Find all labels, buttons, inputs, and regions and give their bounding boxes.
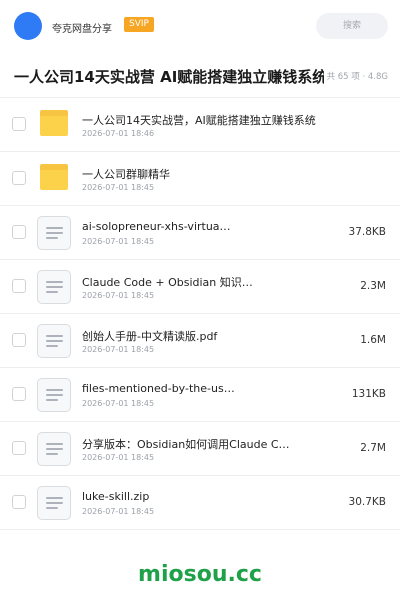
file-date: 2026-07-01 18:45 [82, 399, 155, 408]
file-date: 2026-07-01 18:45 [82, 345, 155, 354]
file-date: 2026-07-01 18:46 [82, 129, 155, 138]
file-name: ai-solopreneur-xhs-virtua… [82, 220, 231, 233]
file-name: 创始人手册-中文精读版.pdf [82, 330, 218, 343]
folder-icon [40, 110, 68, 136]
document-icon [37, 324, 71, 358]
checkbox[interactable] [12, 441, 26, 455]
document-icon [37, 486, 71, 520]
svip-badge: SVIP [124, 17, 154, 32]
share-meta: 共 65 项 · 4.8G [326, 72, 388, 82]
checkbox[interactable] [12, 333, 26, 347]
watermark: miosou.cc [138, 562, 262, 587]
list-item[interactable]: ai-solopreneur-xhs-virtua… 2026-07-01 18… [0, 206, 400, 260]
search-input[interactable]: 搜索 [316, 13, 388, 39]
page-title: 一人公司14天实战营 AI赋能搭建独立赚钱系统 [14, 68, 324, 86]
list-item[interactable]: Claude Code + Obsidian 知识… 2026-07-01 18… [0, 260, 400, 314]
checkbox[interactable] [12, 495, 26, 509]
list-item[interactable]: 创始人手册-中文精读版.pdf 2026-07-01 18:45 1.6M [0, 314, 400, 368]
checkbox[interactable] [12, 117, 26, 131]
file-date: 2026-07-01 18:45 [82, 453, 155, 462]
file-name: 分享版本：Obsidian如何调用Claude C… [82, 438, 290, 451]
file-size: 37.8KB [348, 226, 386, 238]
file-name: Claude Code + Obsidian 知识… [82, 276, 253, 289]
file-size: 2.3M [360, 280, 386, 292]
list-item[interactable]: 分享版本：Obsidian如何调用Claude C… 2026-07-01 18… [0, 422, 400, 476]
file-name: files-mentioned-by-the-us… [82, 382, 235, 395]
list-item[interactable]: 一人公司群聊精华 2026-07-01 18:45 [0, 152, 400, 206]
list-item[interactable]: luke-skill.zip 2026-07-01 18:45 30.7KB [0, 476, 400, 530]
file-name: luke-skill.zip [82, 490, 150, 503]
file-date: 2026-07-01 18:45 [82, 507, 155, 516]
list-item[interactable]: files-mentioned-by-the-us… 2026-07-01 18… [0, 368, 400, 422]
checkbox[interactable] [12, 171, 26, 185]
document-icon [37, 216, 71, 250]
folder-icon [40, 164, 68, 190]
file-name: 一人公司14天实战营，AI赋能搭建独立赚钱系统 [82, 114, 316, 127]
file-size: 30.7KB [348, 496, 386, 508]
file-date: 2026-07-01 18:45 [82, 237, 155, 246]
file-size: 1.6M [360, 334, 386, 346]
checkbox[interactable] [12, 279, 26, 293]
document-icon [37, 378, 71, 412]
sharer-name: 夸克网盘分享 [52, 24, 112, 35]
checkbox[interactable] [12, 225, 26, 239]
share-header: 夸克网盘分享 SVIP 搜索 [0, 0, 400, 52]
file-date: 2026-07-01 18:45 [82, 183, 155, 192]
file-size: 2.7M [360, 442, 386, 454]
file-size: 131KB [351, 388, 386, 400]
title-bar: 一人公司14天实战营 AI赋能搭建独立赚钱系统 共 65 项 · 4.8G [0, 52, 400, 98]
file-date: 2026-07-01 18:45 [82, 291, 155, 300]
avatar[interactable] [14, 12, 42, 40]
document-icon [37, 432, 71, 466]
file-list: 一人公司14天实战营，AI赋能搭建独立赚钱系统 2026-07-01 18:46… [0, 98, 400, 530]
list-item[interactable]: 一人公司14天实战营，AI赋能搭建独立赚钱系统 2026-07-01 18:46 [0, 98, 400, 152]
file-name: 一人公司群聊精华 [82, 168, 170, 181]
checkbox[interactable] [12, 387, 26, 401]
document-icon [37, 270, 71, 304]
